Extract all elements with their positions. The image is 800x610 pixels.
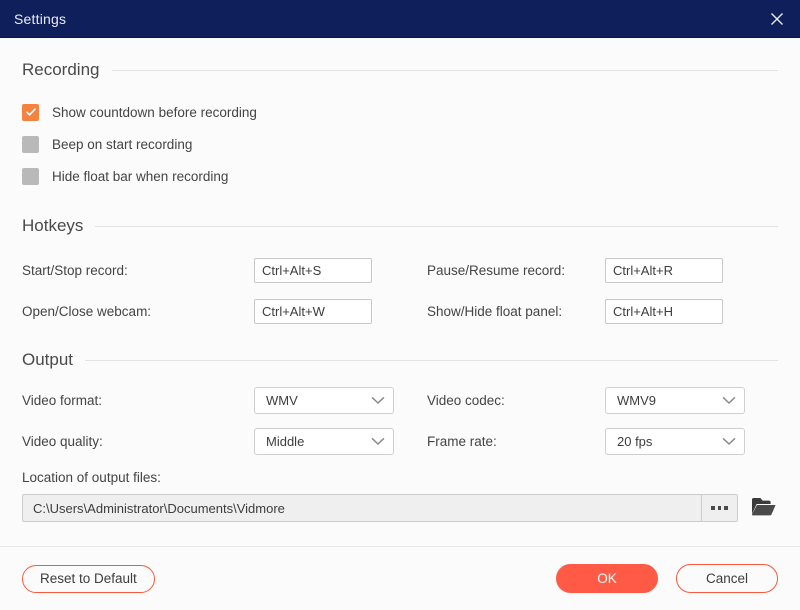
field-label: Show/Hide float panel:: [427, 304, 562, 319]
hotkeys-section-title: Hotkeys: [22, 216, 83, 236]
checkbox-label: Beep on start recording: [52, 137, 192, 152]
footer-actions: OK Cancel: [556, 564, 778, 593]
chevron-down-icon: [722, 434, 736, 449]
ok-button[interactable]: OK: [556, 564, 658, 593]
hotkey-label-webcam: Open/Close webcam:: [22, 291, 254, 332]
cancel-button[interactable]: Cancel: [676, 564, 778, 593]
output-label-video-format: Video format:: [22, 380, 254, 421]
field-label: Video codec:: [427, 393, 505, 408]
recording-section-title: Recording: [22, 60, 100, 80]
ellipsis-icon: [711, 506, 728, 510]
output-label-frame-rate: Frame rate:: [427, 421, 605, 462]
field-label: Frame rate:: [427, 434, 497, 449]
output-field-video-codec: WMV9: [605, 380, 778, 421]
select-frame-rate[interactable]: 20 fps: [605, 428, 745, 455]
field-label: Start/Stop record:: [22, 263, 128, 278]
hotkeys-grid: Start/Stop record: Pause/Resume record: …: [22, 250, 778, 332]
recording-options: Show countdown before recording Beep on …: [22, 96, 778, 192]
select-video-codec[interactable]: WMV9: [605, 387, 745, 414]
hotkey-label-float-panel: Show/Hide float panel:: [427, 291, 605, 332]
output-section-header: Output: [22, 350, 778, 370]
recording-section-header: Recording: [22, 60, 778, 80]
hotkeys-section: Hotkeys Start/Stop record: Pause/Resume …: [22, 192, 778, 332]
checkbox-box[interactable]: [22, 168, 39, 185]
check-icon: [25, 106, 37, 118]
checkbox-label: Show countdown before recording: [52, 105, 257, 120]
checkbox-show-countdown[interactable]: Show countdown before recording: [22, 96, 778, 128]
output-section-title: Output: [22, 350, 73, 370]
hotkey-input-pause-resume[interactable]: [605, 258, 723, 283]
output-label-video-codec: Video codec:: [427, 380, 605, 421]
reset-to-default-button[interactable]: Reset to Default: [22, 565, 155, 593]
hotkey-field-pause-resume: [605, 250, 778, 291]
hotkey-label-start-stop: Start/Stop record:: [22, 250, 254, 291]
section-divider: [112, 70, 779, 71]
window-title: Settings: [14, 11, 66, 27]
hotkey-field-webcam: [254, 291, 427, 332]
title-bar: Settings: [0, 0, 800, 38]
close-icon: [769, 11, 785, 27]
hotkey-field-float-panel: [605, 291, 778, 332]
output-grid: Video format: WMV Video codec: WMV9: [22, 380, 778, 462]
checkbox-hide-float-bar[interactable]: Hide float bar when recording: [22, 160, 778, 192]
select-video-format[interactable]: WMV: [254, 387, 394, 414]
browse-button[interactable]: [701, 495, 737, 521]
folder-icon: [751, 496, 777, 520]
location-label: Location of output files:: [22, 470, 778, 485]
chevron-down-icon: [722, 393, 736, 408]
hotkeys-section-header: Hotkeys: [22, 216, 778, 236]
close-button[interactable]: [754, 0, 800, 38]
output-field-frame-rate: 20 fps: [605, 421, 778, 462]
checkbox-box[interactable]: [22, 104, 39, 121]
chevron-down-icon: [371, 393, 385, 408]
hotkey-field-start-stop: [254, 250, 427, 291]
output-label-video-quality: Video quality:: [22, 421, 254, 462]
output-path-field[interactable]: C:\Users\Administrator\Documents\Vidmore: [22, 494, 738, 522]
select-value: WMV9: [617, 393, 656, 408]
recording-section: Recording Show countdown before recordin…: [22, 38, 778, 192]
checkbox-label: Hide float bar when recording: [52, 169, 228, 184]
location-row: C:\Users\Administrator\Documents\Vidmore: [22, 494, 778, 522]
field-label: Open/Close webcam:: [22, 304, 151, 319]
chevron-down-icon: [371, 434, 385, 449]
output-field-video-quality: Middle: [254, 421, 427, 462]
checkbox-box[interactable]: [22, 136, 39, 153]
field-label: Pause/Resume record:: [427, 263, 565, 278]
settings-dialog: Settings Recording: [0, 0, 800, 610]
hotkey-label-pause-resume: Pause/Resume record:: [427, 250, 605, 291]
open-folder-button[interactable]: [750, 495, 778, 521]
hotkey-input-start-stop[interactable]: [254, 258, 372, 283]
hotkey-input-float-panel[interactable]: [605, 299, 723, 324]
field-label: Video format:: [22, 393, 102, 408]
select-video-quality[interactable]: Middle: [254, 428, 394, 455]
select-value: WMV: [266, 393, 298, 408]
hotkey-input-webcam[interactable]: [254, 299, 372, 324]
output-path-text: C:\Users\Administrator\Documents\Vidmore: [23, 501, 701, 516]
settings-body: Recording Show countdown before recordin…: [0, 38, 800, 546]
section-divider: [85, 360, 778, 361]
output-field-video-format: WMV: [254, 380, 427, 421]
field-label: Video quality:: [22, 434, 103, 449]
select-value: Middle: [266, 434, 304, 449]
checkbox-beep-on-start[interactable]: Beep on start recording: [22, 128, 778, 160]
dialog-footer: Reset to Default OK Cancel: [0, 546, 800, 610]
section-divider: [95, 226, 778, 227]
output-section: Output Video format: WMV Video codec: [22, 332, 778, 522]
select-value: 20 fps: [617, 434, 652, 449]
